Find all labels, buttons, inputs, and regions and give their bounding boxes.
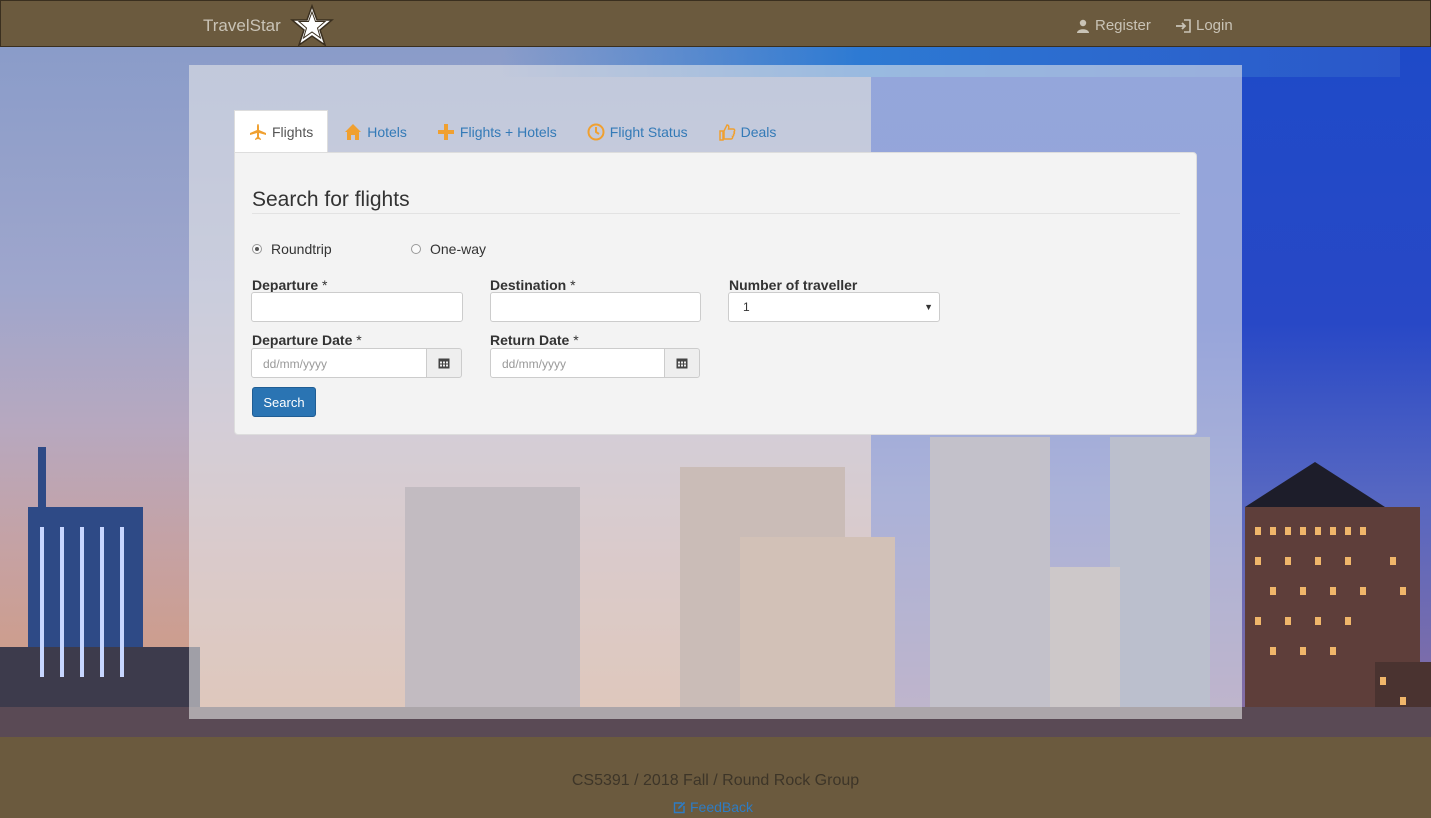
- calendar-icon: [676, 358, 688, 369]
- login-link[interactable]: Login: [1175, 17, 1233, 34]
- page-footer: CS5391 / 2018 Fall / Round Rock Group Fe…: [0, 737, 1431, 818]
- radio-label: One-way: [430, 241, 487, 257]
- plus-icon: [437, 124, 454, 140]
- tab-label: Flights: [272, 124, 314, 140]
- tab-flights[interactable]: Flights: [234, 110, 329, 154]
- tab-deals[interactable]: Deals: [704, 110, 791, 154]
- one-way-radio[interactable]: One-way: [411, 241, 486, 257]
- feedback-label: FeedBack: [690, 799, 754, 815]
- roundtrip-radio[interactable]: Roundtrip: [252, 241, 332, 257]
- return-calendar-button[interactable]: [664, 348, 700, 378]
- departure-label: Departure *: [252, 277, 328, 293]
- top-navbar: TravelStar Register Login: [0, 0, 1431, 47]
- departure-date-label: Departure Date *: [252, 332, 362, 348]
- thumbs-up-icon: [718, 124, 736, 141]
- search-tabs: Flights Hotels Flights + Hotels Flight S…: [234, 110, 792, 154]
- destination-input[interactable]: [490, 292, 701, 322]
- user-icon: [1077, 19, 1089, 33]
- destination-label: Destination *: [490, 277, 576, 293]
- radio-label: Roundtrip: [271, 241, 332, 257]
- page-title: Search for flights: [252, 188, 410, 211]
- login-label: Login: [1196, 17, 1233, 34]
- clock-icon: [587, 123, 605, 141]
- tab-hotels[interactable]: Hotels: [330, 110, 421, 154]
- departure-date-input[interactable]: dd/mm/yyyy: [251, 348, 427, 378]
- tab-label: Deals: [740, 124, 777, 140]
- departure-input[interactable]: [251, 292, 463, 322]
- departure-calendar-button[interactable]: [426, 348, 462, 378]
- travellers-label: Number of traveller: [729, 277, 858, 293]
- home-icon: [345, 124, 362, 140]
- tab-label: Flight Status: [609, 124, 688, 140]
- radio-button[interactable]: [411, 244, 421, 254]
- calendar-icon: [438, 358, 450, 369]
- return-date-input[interactable]: dd/mm/yyyy: [490, 348, 665, 378]
- radio-button-checked[interactable]: [252, 244, 262, 254]
- plane-icon: [250, 124, 266, 140]
- chevron-down-icon: ▼: [924, 302, 933, 312]
- tab-flight-status[interactable]: Flight Status: [573, 110, 702, 154]
- search-button[interactable]: Search: [252, 387, 316, 417]
- register-link[interactable]: Register: [1076, 17, 1151, 34]
- edit-icon: [673, 801, 686, 813]
- title-divider: [252, 213, 1180, 214]
- register-label: Register: [1095, 17, 1151, 34]
- footer-credit: CS5391 / 2018 Fall / Round Rock Group: [571, 772, 860, 789]
- feedback-link[interactable]: FeedBack: [673, 799, 753, 815]
- tab-label: Hotels: [367, 124, 407, 140]
- return-date-label: Return Date *: [490, 332, 579, 348]
- brand-name[interactable]: TravelStar: [203, 16, 281, 36]
- tab-flights-hotels[interactable]: Flights + Hotels: [423, 110, 571, 154]
- log-in-icon: [1176, 18, 1191, 33]
- travellers-select[interactable]: 1 ▼: [728, 292, 940, 322]
- star-logo-icon[interactable]: [290, 4, 334, 48]
- tab-label: Flights + Hotels: [459, 124, 557, 140]
- flight-search-form: Search for flights Roundtrip One-way Dep…: [234, 152, 1197, 435]
